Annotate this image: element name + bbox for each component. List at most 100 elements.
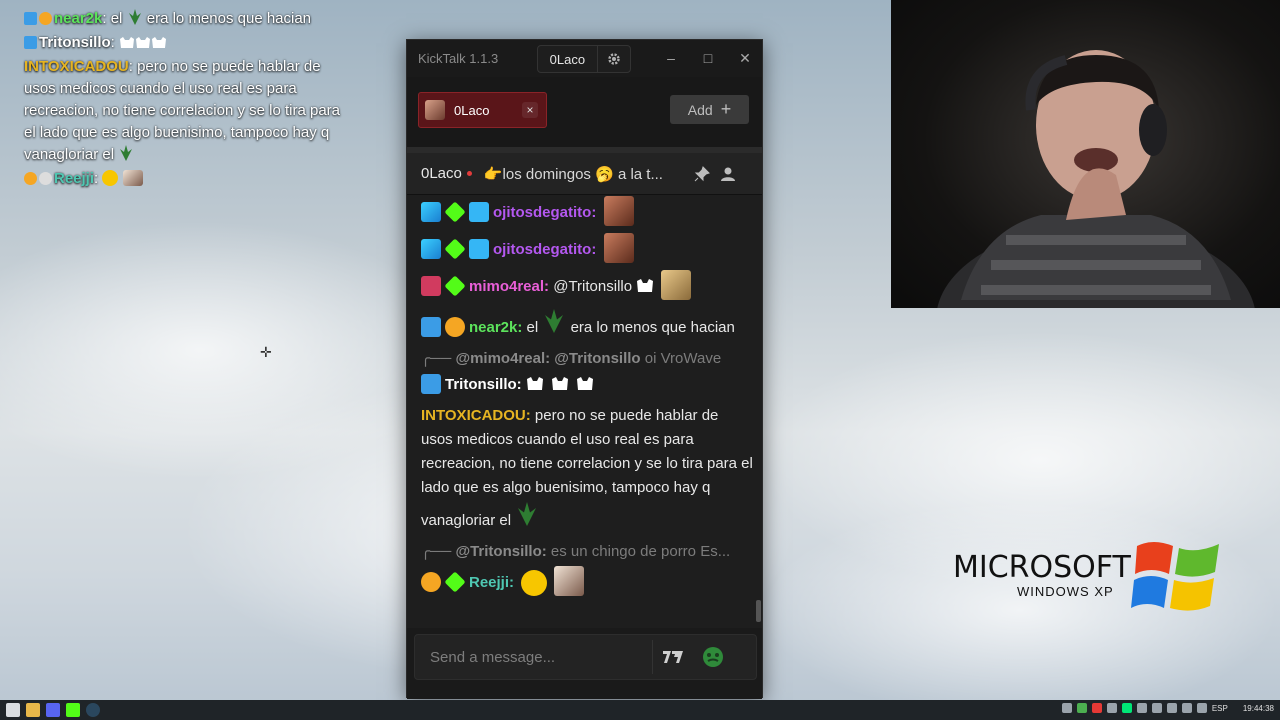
tab-close-button[interactable]: × <box>522 102 538 118</box>
file-explorer-icon[interactable] <box>26 703 40 717</box>
username[interactable]: INTOXICADOU <box>421 407 526 424</box>
cat-emote-icon <box>526 377 593 390</box>
colon: : <box>591 241 597 258</box>
input-area: Send a message... <box>407 628 762 699</box>
username[interactable]: mimo4real <box>469 278 544 295</box>
reply-preview[interactable]: ╭── @Tritonsillo: es un chingo de porro … <box>421 540 754 564</box>
sword-badge-icon <box>421 317 441 337</box>
taskbar: ESP 19:44:38 <box>0 700 1280 720</box>
overlay-message-text: era lo menos que hacian <box>146 10 312 27</box>
diamond-badge-icon <box>444 275 466 297</box>
duck-emote-icon <box>521 570 548 596</box>
username[interactable]: Reejji <box>469 574 509 591</box>
reply-target: @mimo4real: @Tritonsillo <box>455 350 641 367</box>
og-badge-icon <box>421 239 441 259</box>
gear-icon <box>608 53 620 65</box>
colon: : <box>525 407 531 424</box>
overlay-username: Tritonsillo <box>39 34 111 51</box>
username[interactable]: ojitosdegatito <box>493 241 591 258</box>
language-indicator[interactable]: ESP <box>1212 704 1228 713</box>
steam-icon[interactable] <box>86 703 100 717</box>
maximize-button[interactable]: □ <box>700 50 716 66</box>
tray-icon[interactable] <box>1061 703 1072 713</box>
overlay-chat-line: near2k: el era lo menos que hacian <box>24 8 344 30</box>
tray-icon[interactable] <box>1076 703 1087 713</box>
volume-icon[interactable] <box>1196 703 1207 713</box>
windows-xp-logo: MICROSOFT WINDOWS XP <box>953 540 1233 620</box>
add-channel-button[interactable]: Add + <box>670 95 749 124</box>
cube-badge-icon <box>469 239 489 259</box>
add-label: Add <box>687 101 713 118</box>
kick-emote-icon <box>703 647 723 667</box>
pinned-message[interactable]: 👉los domingos 🥱 a la t... <box>484 165 680 183</box>
username[interactable]: ojitosdegatito <box>493 204 591 221</box>
gift-badge-icon <box>24 172 37 185</box>
microphone-icon[interactable] <box>1151 703 1162 713</box>
current-user-button[interactable]: 0Laco <box>538 52 597 67</box>
overlay-chat: near2k: el era lo menos que hacian Trito… <box>24 8 344 192</box>
reply-target: @Tritonsillo: <box>455 543 547 560</box>
channel-name: 0Laco <box>421 165 462 182</box>
tray-icon[interactable] <box>1136 703 1147 713</box>
tray-icon[interactable] <box>1106 703 1117 713</box>
user-icon[interactable] <box>720 166 736 182</box>
pin-icon[interactable] <box>694 165 710 182</box>
chat-message: Tritonsillo: <box>421 373 754 397</box>
kick-emote-button[interactable] <box>693 634 733 680</box>
minimize-button[interactable]: – <box>663 50 679 66</box>
overlay-chat-line: Tritonsillo: <box>24 32 344 54</box>
chat-messages[interactable]: ojitosdegatito: ojitosdegatito: mimo4rea… <box>407 196 754 628</box>
gift-badge-icon <box>445 317 465 337</box>
system-tray: ESP 19:44:38 <box>1061 703 1274 713</box>
duck-emote-icon <box>102 170 119 186</box>
tray-icon[interactable] <box>1166 703 1177 713</box>
colon: : <box>517 319 523 336</box>
message-input[interactable]: Send a message... <box>430 649 650 666</box>
close-window-button[interactable]: ✕ <box>737 50 753 66</box>
face-emote-icon <box>603 233 634 263</box>
tray-icon[interactable] <box>1091 703 1102 713</box>
title-bar[interactable]: KickTalk 1.1.3 0Laco – □ ✕ <box>407 40 762 77</box>
weed-emote-icon <box>128 9 141 25</box>
settings-button[interactable] <box>596 45 630 73</box>
og-badge-icon <box>421 202 441 222</box>
user-settings-box[interactable]: 0Laco <box>537 45 631 73</box>
streamer-silhouette-icon <box>937 50 1255 308</box>
7tv-emote-button[interactable] <box>653 634 693 680</box>
diamond-badge-icon <box>444 571 466 593</box>
weed-emote-icon <box>120 145 133 161</box>
message-input-box[interactable]: Send a message... <box>414 634 757 680</box>
face-emote-icon <box>603 196 634 226</box>
username[interactable]: near2k <box>469 319 517 336</box>
windows-flag-icon <box>1131 542 1219 611</box>
message-text: el <box>526 319 539 336</box>
sword-badge-icon <box>24 12 37 25</box>
network-icon[interactable] <box>1181 703 1192 713</box>
cat-emote-icon <box>120 37 167 48</box>
bubble-badge-icon <box>39 172 52 185</box>
tab-0laco[interactable]: 0Laco × <box>418 92 547 128</box>
7tv-badge-icon <box>421 276 441 296</box>
start-windows-icon[interactable] <box>6 703 20 717</box>
tray-icon[interactable] <box>1121 703 1132 713</box>
scrollbar[interactable] <box>756 600 761 622</box>
xp-product: WINDOWS XP <box>1017 584 1114 599</box>
message-text: era lo menos que hacian <box>570 319 735 336</box>
anime-emote-icon <box>122 170 143 186</box>
colon: : <box>509 574 515 591</box>
discord-icon[interactable] <box>46 703 60 717</box>
cat-emote-icon <box>637 279 654 292</box>
chat-message: mimo4real: @Tritonsillo <box>421 270 754 300</box>
reply-text: es un chingo de porro Es... <box>550 543 731 560</box>
chat-message: INTOXICADOU: pero no se puede hablar de … <box>421 404 754 533</box>
message-text: pero no se puede hablar de usos medicos … <box>421 407 753 529</box>
username[interactable]: Tritonsillo <box>445 376 517 393</box>
kick-icon[interactable] <box>66 703 80 717</box>
clock[interactable]: 19:44:38 <box>1243 704 1274 713</box>
chat-message: Reejji: <box>421 566 754 596</box>
chat-message: near2k: el era lo menos que hacian <box>421 307 754 340</box>
cube-badge-icon <box>469 202 489 222</box>
overlay-chat-line: INTOXICADOU: pero no se puede hablar de … <box>24 58 340 163</box>
gift-badge-icon <box>421 572 441 592</box>
reply-preview[interactable]: ╭── @mimo4real: @Tritonsillo oi VroWave <box>421 347 754 371</box>
